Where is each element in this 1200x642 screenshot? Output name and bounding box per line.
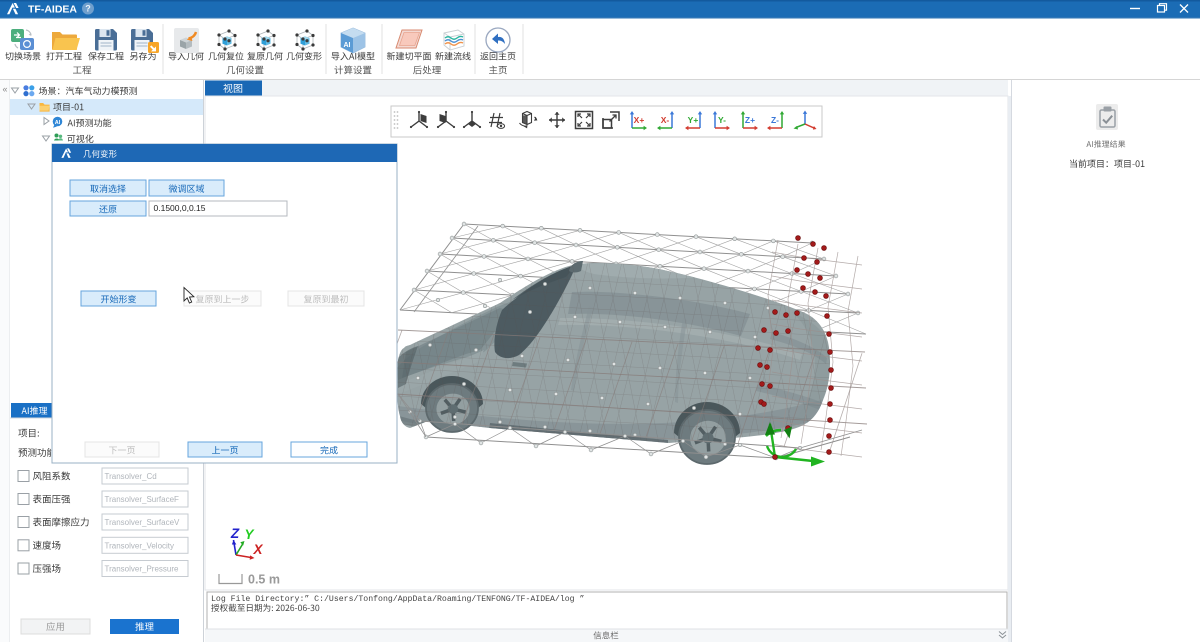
svg-text:Transolver_Velocity: Transolver_Velocity xyxy=(105,541,175,550)
svg-text:Y-: Y- xyxy=(718,115,726,125)
svg-text:X-: X- xyxy=(661,115,670,125)
svg-text:Z-: Z- xyxy=(771,115,779,125)
svg-text:Transolver_SurfaceV: Transolver_SurfaceV xyxy=(105,518,181,527)
svg-text:X: X xyxy=(252,542,263,557)
svg-text:Transolver_Cd: Transolver_Cd xyxy=(105,472,157,481)
svg-text:Y+: Y+ xyxy=(688,115,699,125)
svg-text:TF-AIDEA: TF-AIDEA xyxy=(28,4,77,16)
svg-text:X+: X+ xyxy=(634,115,645,125)
svg-text:AI: AI xyxy=(55,120,61,126)
svg-text:Log File Directory:” C:/Users/: Log File Directory:” C:/Users/Tonfong/Ap… xyxy=(211,594,584,604)
svg-text:Transolver_SurfaceF: Transolver_SurfaceF xyxy=(105,495,180,504)
svg-text:Z+: Z+ xyxy=(745,115,755,125)
svg-text:0.1500,0,0.15: 0.1500,0,0.15 xyxy=(154,203,206,213)
svg-text:AI: AI xyxy=(344,42,351,49)
svg-text:0.5 m: 0.5 m xyxy=(248,573,280,587)
svg-text:Z: Z xyxy=(230,526,240,541)
svg-text:«: « xyxy=(2,84,7,94)
svg-text:Transolver_Pressure: Transolver_Pressure xyxy=(105,565,180,574)
svg-text:?: ? xyxy=(85,4,91,14)
